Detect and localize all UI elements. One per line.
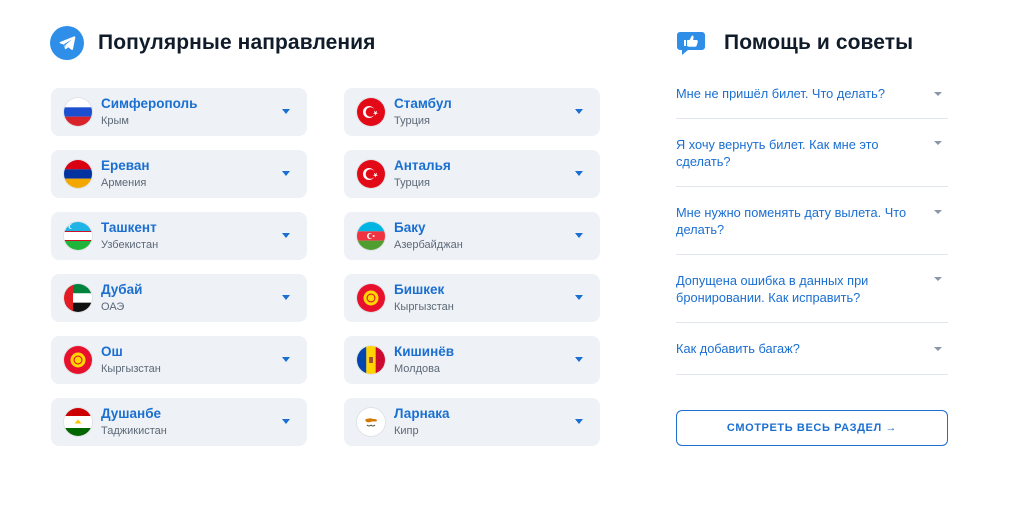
destination-country: Кыргызстан xyxy=(101,363,161,375)
faq-question: Мне нужно поменять дату вылета. Что дела… xyxy=(676,204,907,237)
destination-city: Бишкек xyxy=(394,282,445,297)
faq-question: Как добавить багаж? xyxy=(676,341,800,356)
destination-card[interactable]: Ереван Армения xyxy=(51,150,307,198)
destination-city: Симферополь xyxy=(101,96,198,111)
destination-city: Дубай xyxy=(101,282,143,297)
chevron-down-icon xyxy=(934,210,942,214)
destination-card[interactable]: Дубай ОАЭ xyxy=(51,274,307,322)
destination-city: Ларнака xyxy=(394,406,450,421)
chevron-down-icon xyxy=(575,171,583,176)
destination-country: Кипр xyxy=(394,425,419,437)
destination-country: Армения xyxy=(101,177,147,189)
destination-country: Узбекистан xyxy=(101,239,159,251)
destination-country: Кыргызстан xyxy=(394,301,454,313)
chevron-down-icon xyxy=(934,277,942,281)
destination-city: Стамбул xyxy=(394,96,452,111)
azerbaijan-flag-icon xyxy=(357,222,385,250)
destination-country: Крым xyxy=(101,115,129,127)
destinations-column-left: Симферополь Крым Ереван Армения Ташкент … xyxy=(51,88,307,460)
moldova-flag-icon xyxy=(357,346,385,374)
destination-city: Ташкент xyxy=(101,220,157,235)
turkey-flag-icon xyxy=(357,98,385,126)
destination-city: Ереван xyxy=(101,158,150,173)
chevron-down-icon xyxy=(934,141,942,145)
chevron-down-icon xyxy=(934,91,942,96)
turkey-flag-icon xyxy=(357,160,385,188)
destination-card[interactable]: Баку Азербайджан xyxy=(344,212,600,260)
faq-item[interactable]: Допущена ошибка в данных при бронировани… xyxy=(676,255,948,323)
faq-question: Допущена ошибка в данных при бронировани… xyxy=(676,272,869,305)
chevron-down-icon xyxy=(575,109,583,114)
faq-item[interactable]: Мне не пришёл билет. Что делать? xyxy=(676,69,948,119)
faq-item[interactable]: Я хочу вернуть билет. Как мне это сделат… xyxy=(676,119,948,187)
destination-city: Кишинёв xyxy=(394,344,455,359)
uae-flag-icon xyxy=(64,284,92,312)
destination-country: Азербайджан xyxy=(394,239,463,251)
armenia-flag-icon xyxy=(64,160,92,188)
chevron-down-icon xyxy=(934,346,942,351)
destination-city: Ош xyxy=(101,344,123,359)
faq-list: Мне не пришёл билет. Что делать? Я хочу … xyxy=(676,69,948,375)
chevron-down-icon xyxy=(575,295,583,300)
chevron-down-icon xyxy=(282,419,290,424)
destination-city: Анталья xyxy=(394,158,451,173)
chevron-down-icon xyxy=(282,109,290,114)
kyrgyzstan-flag-icon xyxy=(357,284,385,312)
faq-question: Мне не пришёл билет. Что делать? xyxy=(676,86,885,101)
chevron-down-icon xyxy=(282,295,290,300)
destination-country: Турция xyxy=(394,177,430,189)
chevron-down-icon xyxy=(575,357,583,362)
chevron-down-icon xyxy=(282,171,290,176)
destination-country: Турция xyxy=(394,115,430,127)
tajikistan-flag-icon xyxy=(64,408,92,436)
see-all-button[interactable]: СМОТРЕТЬ ВЕСЬ РАЗДЕЛ → xyxy=(676,410,948,446)
destination-card[interactable]: Душанбе Таджикистан xyxy=(51,398,307,446)
destination-card[interactable]: Бишкек Кыргызстан xyxy=(344,274,600,322)
kyrgyzstan-flag-icon xyxy=(64,346,92,374)
telegram-plane-icon xyxy=(50,26,84,60)
destination-card[interactable]: Ларнака Кипр xyxy=(344,398,600,446)
chevron-down-icon xyxy=(575,419,583,424)
destination-country: Молдова xyxy=(394,363,440,375)
destination-card[interactable]: Ош Кыргызстан xyxy=(51,336,307,384)
destination-country: Таджикистан xyxy=(101,425,167,437)
help-title: Помощь и советы xyxy=(724,31,914,54)
destination-city: Душанбе xyxy=(101,406,162,421)
destination-card[interactable]: Кишинёв Молдова xyxy=(344,336,600,384)
russia-flag-icon xyxy=(64,98,92,126)
destination-country: ОАЭ xyxy=(101,301,125,313)
help-header: Помощь и советы xyxy=(676,26,913,60)
destination-city: Баку xyxy=(394,220,426,235)
destination-card[interactable]: Анталья Турция xyxy=(344,150,600,198)
destinations-column-right: Стамбул Турция Анталья Турция Баку Азерб… xyxy=(344,88,600,460)
faq-item[interactable]: Как добавить багаж? xyxy=(676,323,948,375)
thumbs-up-chat-icon xyxy=(676,26,710,60)
popular-destinations-title: Популярные направления xyxy=(98,31,376,54)
destination-card[interactable]: Стамбул Турция xyxy=(344,88,600,136)
uzbekistan-flag-icon xyxy=(64,222,92,250)
faq-question: Я хочу вернуть билет. Как мне это сделат… xyxy=(676,136,879,169)
chevron-down-icon xyxy=(282,357,290,362)
chevron-down-icon xyxy=(575,233,583,238)
faq-item[interactable]: Мне нужно поменять дату вылета. Что дела… xyxy=(676,187,948,255)
cyprus-flag-icon xyxy=(357,408,385,436)
destination-card[interactable]: Ташкент Узбекистан xyxy=(51,212,307,260)
chevron-down-icon xyxy=(282,233,290,238)
popular-destinations-header: Популярные направления xyxy=(50,26,376,60)
destination-card[interactable]: Симферополь Крым xyxy=(51,88,307,136)
